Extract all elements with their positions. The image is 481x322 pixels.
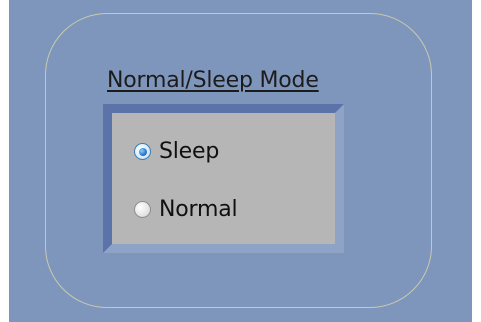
sleep-radio-button[interactable] (134, 143, 151, 160)
sleep-option[interactable]: Sleep (134, 139, 219, 164)
normal-option-label: Normal (159, 197, 238, 222)
mode-radio-group: Sleep Normal (103, 104, 344, 253)
normal-option[interactable]: Normal (134, 197, 238, 222)
mode-panel: Normal/Sleep Mode Sleep Normal (9, 0, 472, 322)
radio-selected-dot-icon (138, 147, 147, 156)
normal-radio-button[interactable] (134, 201, 151, 218)
mode-group-title: Normal/Sleep Mode (107, 68, 319, 93)
sleep-option-label: Sleep (159, 139, 220, 164)
